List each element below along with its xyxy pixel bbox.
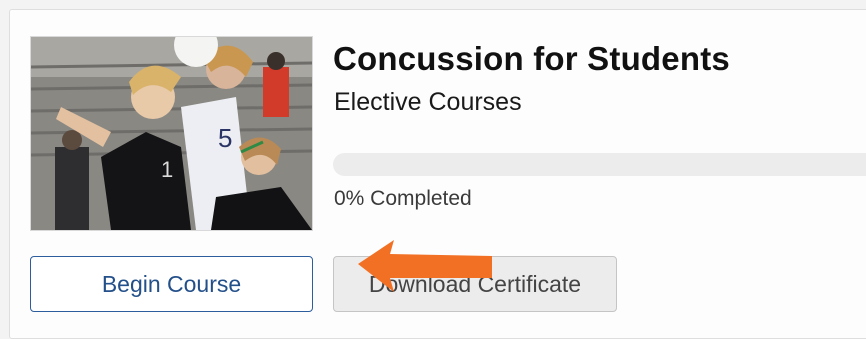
course-title: Concussion for Students <box>333 40 730 77</box>
download-certificate-button[interactable]: Download Certificate <box>333 256 617 312</box>
course-thumbnail: 1 5 <box>30 36 313 231</box>
begin-course-button[interactable]: Begin Course <box>30 256 313 312</box>
course-category: Elective Courses <box>334 88 522 116</box>
soccer-photo: 1 5 <box>31 37 312 230</box>
svg-text:5: 5 <box>218 123 232 153</box>
svg-text:1: 1 <box>161 157 173 182</box>
progress-label: 0% Completed <box>334 187 472 210</box>
progress-bar <box>333 153 866 176</box>
